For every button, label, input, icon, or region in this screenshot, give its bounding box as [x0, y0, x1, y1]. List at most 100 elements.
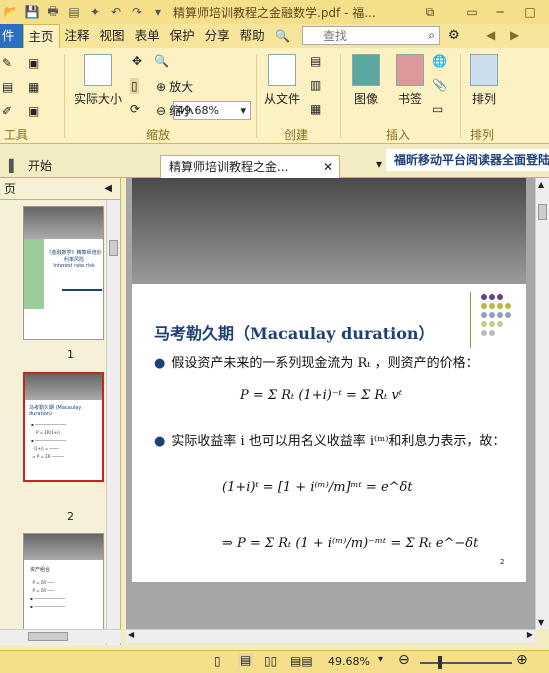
decorative-dots-icon — [481, 294, 511, 336]
title-bar: 📂 💾 🖶 ▤ ✦ ↶ ↷ ▾ 精算师培训教程之金融数学.pdf - 福... … — [0, 0, 549, 24]
tab-view[interactable]: 视图 — [95, 24, 130, 48]
clipboard-icon[interactable]: ▦ — [310, 102, 321, 116]
select-text-icon[interactable]: ▤ — [2, 80, 13, 94]
zoom-out-icon[interactable]: ⊖ — [398, 652, 410, 668]
fit-icon[interactable]: ▣ — [28, 104, 39, 118]
from-file-button[interactable]: 从文件 — [264, 54, 300, 107]
back-icon[interactable]: ◀ — [486, 28, 495, 42]
tab-comment[interactable]: 注释 — [60, 24, 95, 48]
slide-page-number: 2 — [500, 558, 505, 566]
page-thumbnail-1[interactable]: 《金融数学》精算师培训 利率风险 Interest rate risk — [23, 206, 104, 340]
bookmark-icon — [396, 54, 424, 86]
maximize-button[interactable]: □ — [520, 2, 540, 22]
move-icon[interactable]: ✥ — [132, 54, 142, 68]
continuous-facing-icon[interactable]: ▤▤ — [290, 654, 313, 668]
tab-help[interactable]: 帮助 — [235, 24, 270, 48]
slide-title: 马考勒久期（Macaulay duration） — [154, 324, 435, 343]
group-label-insert: 插入 — [386, 128, 411, 142]
snapshot-icon[interactable]: ▣ — [28, 56, 39, 70]
scanner-icon[interactable]: ▥ — [310, 78, 321, 92]
window-title: 精算师培训教程之金融数学.pdf - 福... — [173, 5, 376, 20]
zoom-out-button[interactable]: ⊖ 缩小 — [156, 102, 193, 119]
pages-hscrollbar[interactable] — [0, 629, 121, 643]
page-thumbnail-3[interactable]: 资产组合 P = ΣR ─── P = ΣR ─── ▪ ────────────… — [23, 533, 104, 633]
pages-panel-header: 页 ◀ — [0, 178, 120, 200]
zoom-dropdown-icon[interactable]: ▾ — [378, 654, 383, 665]
hand-tool-icon[interactable]: ✎ — [2, 56, 12, 70]
slide-page: 马考勒久期（Macaulay duration） ● 假设资产未来的一系列现金流为… — [132, 284, 526, 582]
tab-share[interactable]: 分享 — [200, 24, 235, 48]
find-icon[interactable]: 🔍 — [274, 27, 292, 45]
typewriter-icon[interactable]: ✐ — [2, 104, 12, 118]
open-icon[interactable]: 📂 — [2, 3, 20, 21]
formula-price-nominal: ⇒ P = Σ Rₜ (1 + i⁽ᵐ⁾/m)⁻ᵐᵗ = Σ Rₜ e^−δt — [222, 536, 479, 551]
redo-icon[interactable]: ↷ — [128, 3, 146, 21]
tab-start[interactable]: 开始 — [20, 155, 60, 178]
new-icon[interactable]: ▤ — [65, 3, 83, 21]
document-icon — [268, 54, 296, 86]
tabs-menu-icon[interactable]: ▾ — [376, 157, 382, 171]
status-bar: ▯ ▤ ▯▯ ▤▤ 49.68% ▾ ⊖ ⊕ — [0, 650, 549, 673]
fit-page-icon[interactable]: ▯ — [130, 78, 139, 94]
single-page-icon[interactable]: ▯ — [214, 654, 221, 668]
print-icon[interactable]: 🖶 — [44, 3, 62, 21]
rotate-icon[interactable]: ⟳ — [130, 102, 140, 116]
minimize-button[interactable]: ─ — [490, 2, 510, 22]
zoom-in-icon[interactable]: ⊕ — [516, 652, 528, 668]
bullet-1: ● 假设资产未来的一系列现金流为 Rₜ ，则资产的价格： — [154, 356, 479, 371]
viewer-hscrollbar[interactable]: ◀ ▶ — [126, 629, 535, 643]
image-button[interactable]: 图像 — [352, 54, 380, 107]
zoom-in-icon: ⊕ — [156, 79, 167, 94]
tab-protect[interactable]: 保护 — [165, 24, 200, 48]
viewer-scrollbar[interactable]: ▲ ▼ — [535, 178, 549, 629]
zoom-search-icon[interactable]: 🔍 — [154, 54, 169, 68]
quick-access-toolbar: 📂 💾 🖶 ▤ ✦ ↶ ↷ ▾ — [0, 3, 167, 21]
close-icon: ✕ — [322, 160, 333, 174]
search-box[interactable]: ⌕ — [302, 26, 440, 45]
document-viewer[interactable]: 马考勒久期（Macaulay duration） ● 假设资产未来的一系列现金流为… — [126, 178, 535, 629]
continuous-page-icon[interactable]: ▤ — [238, 653, 254, 667]
bookmark-button[interactable]: 书签 — [396, 54, 424, 107]
search-icon[interactable]: ⌕ — [428, 28, 435, 43]
blank-icon[interactable]: ▤ — [310, 54, 321, 68]
arrange-icon — [470, 54, 498, 86]
arrange-button[interactable]: 排列 — [470, 54, 498, 107]
search-input[interactable] — [303, 28, 415, 43]
group-label-create: 创建 — [284, 128, 309, 142]
tab-home[interactable]: 主页 — [22, 24, 60, 48]
ribbon: ✎ ▣ ▤ ▦ ✐ ▣ 工具 实际大小 ✥ 🔍 49.68% ▾ ▯ ⊕ 放大 ⟳ … — [0, 48, 549, 144]
actual-size-button[interactable]: 实际大小 — [74, 54, 122, 107]
settings-icon[interactable]: ⚙ — [448, 28, 460, 43]
ad-banner[interactable]: 福昕移动平台阅读器全面登陆 — [386, 149, 549, 171]
minimize-icon[interactable]: ▭ — [462, 2, 482, 22]
pages-scrollbar[interactable] — [106, 200, 120, 645]
annotate-icon[interactable]: ▦ — [28, 80, 39, 94]
collapse-icon[interactable]: ◀ — [104, 178, 112, 200]
customize-icon[interactable]: ▾ — [149, 3, 167, 21]
bullet-2: ● 实际收益率 i 也可以用名义收益率 i⁽ᵐ⁾和利息力表示，故： — [154, 434, 506, 449]
thumbnail-number-1: 1 — [67, 348, 74, 361]
attachment-icon[interactable]: 📎 — [432, 78, 447, 92]
page-thumbnail-2[interactable]: 马考勒久期 (Macaulay duration) ▪ ────────────… — [23, 372, 104, 482]
link-icon[interactable]: 🌐 — [432, 54, 447, 68]
create-icon[interactable]: ✦ — [86, 3, 104, 21]
save-icon[interactable]: 💾 — [23, 3, 41, 21]
formula-price: P = Σ Rₜ (1+i)⁻ᵗ = Σ Rₜ vᵗ — [240, 388, 403, 403]
zoom-slider-handle[interactable] — [438, 656, 442, 669]
facing-page-icon[interactable]: ▯▯ — [264, 654, 277, 668]
restore-icon[interactable]: ⧉ — [420, 2, 440, 22]
tab-file[interactable]: 件 — [0, 24, 23, 48]
undo-icon[interactable]: ↶ — [107, 3, 125, 21]
chevron-down-icon: ▾ — [240, 104, 246, 117]
page-icon — [84, 54, 112, 86]
pages-panel: 页 ◀ 《金融数学》精算师培训 利率风险 Interest rate risk … — [0, 178, 121, 645]
tab-document[interactable]: 精算师培训教程之金... ✕ — [160, 155, 340, 178]
video-icon[interactable]: ▭ — [432, 102, 443, 116]
zoom-slider[interactable] — [420, 662, 512, 664]
tab-form[interactable]: 表单 — [130, 24, 165, 48]
zoom-level[interactable]: 49.68% — [328, 655, 370, 668]
panel-toggle-icon[interactable]: ▐ — [0, 157, 18, 175]
thumbnail-number-2: 2 — [67, 510, 74, 523]
zoom-in-button[interactable]: ⊕ 放大 — [156, 78, 193, 95]
forward-icon[interactable]: ▶ — [510, 28, 519, 42]
